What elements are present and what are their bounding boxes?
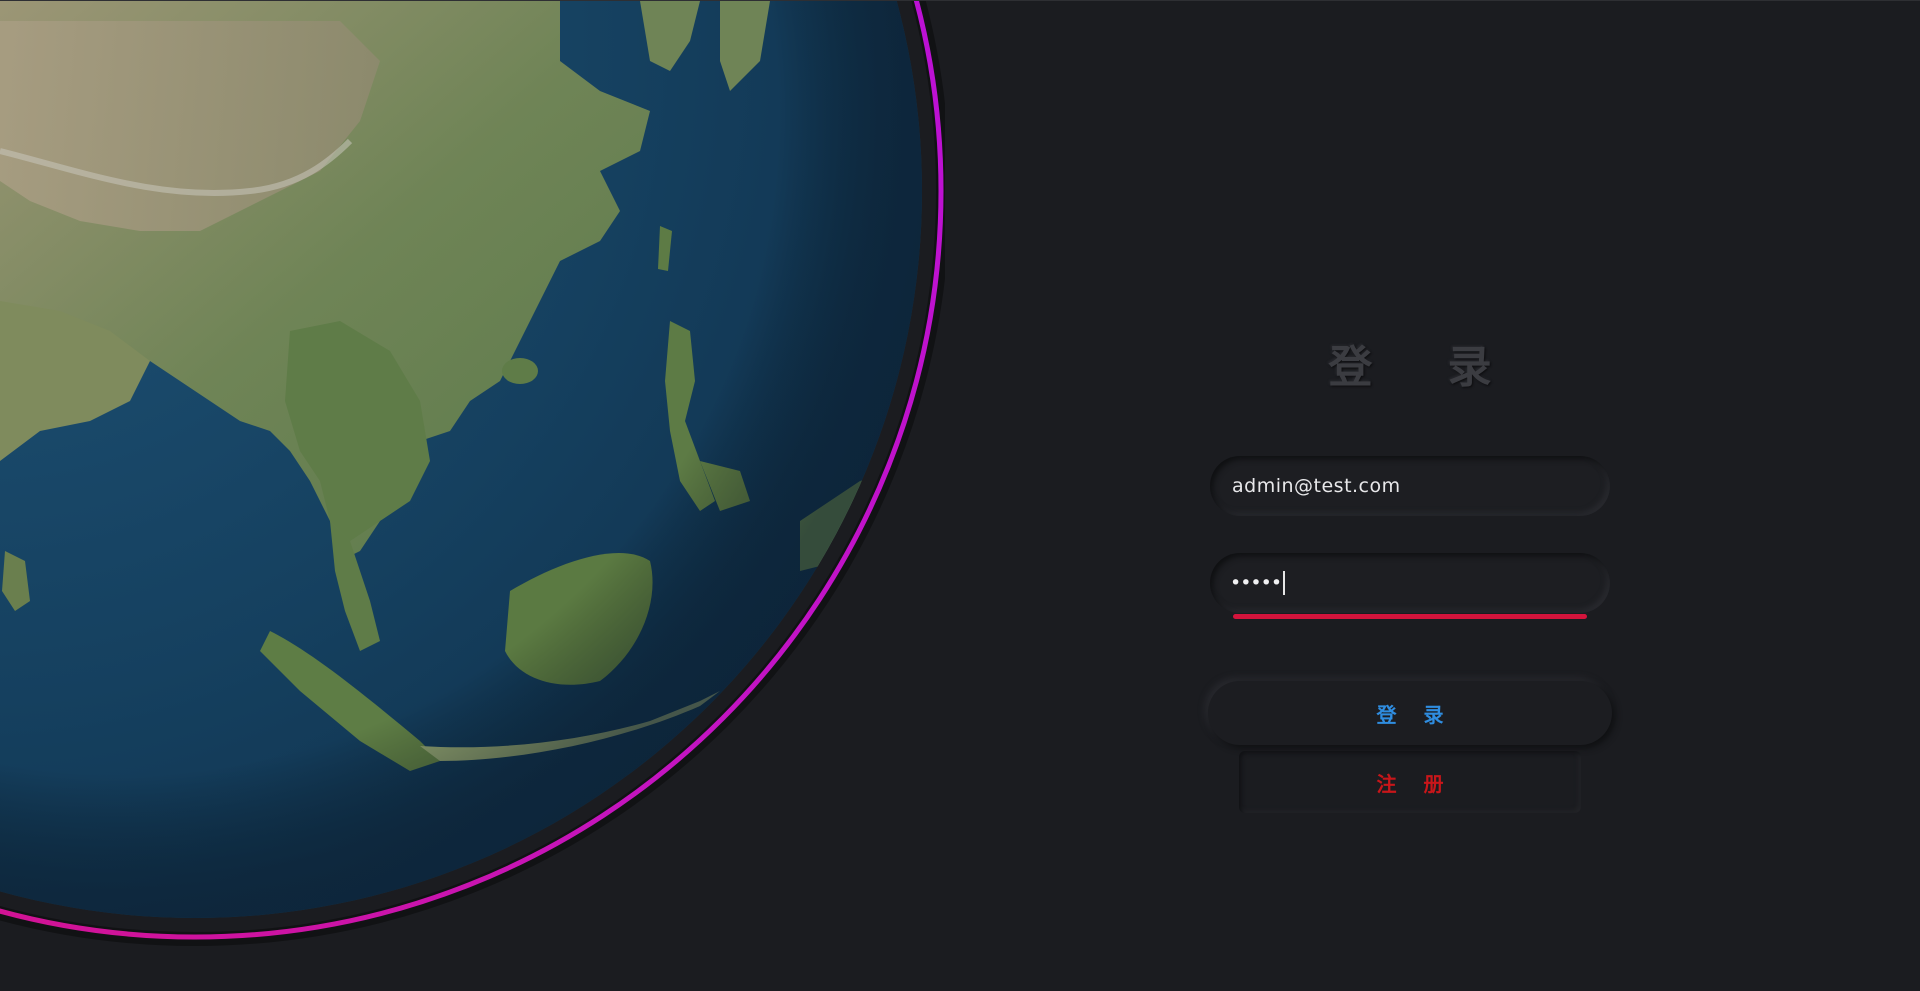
password-field[interactable]: ••••• — [1210, 553, 1610, 613]
password-input[interactable]: ••••• — [1230, 571, 1285, 595]
register-button-label: 注 册 — [1376, 771, 1454, 796]
login-button-label: 登 录 — [1376, 702, 1454, 727]
login-button[interactable]: 登 录 — [1208, 681, 1612, 745]
login-page: 登 录 ••••• 登 录 注 册 — [0, 0, 1920, 991]
page-title: 登 录 — [1328, 342, 1522, 393]
earth-globe-image — [0, 1, 945, 946]
password-error-underline — [1233, 614, 1587, 619]
earth-globe-illustration — [0, 1, 945, 946]
register-button[interactable]: 注 册 — [1239, 751, 1581, 813]
text-caret — [1283, 571, 1285, 595]
email-input[interactable] — [1230, 474, 1590, 498]
login-form: 登 录 ••••• 登 录 注 册 — [1200, 331, 1620, 831]
email-field[interactable] — [1210, 456, 1610, 516]
password-masked-value: ••••• — [1230, 572, 1282, 594]
